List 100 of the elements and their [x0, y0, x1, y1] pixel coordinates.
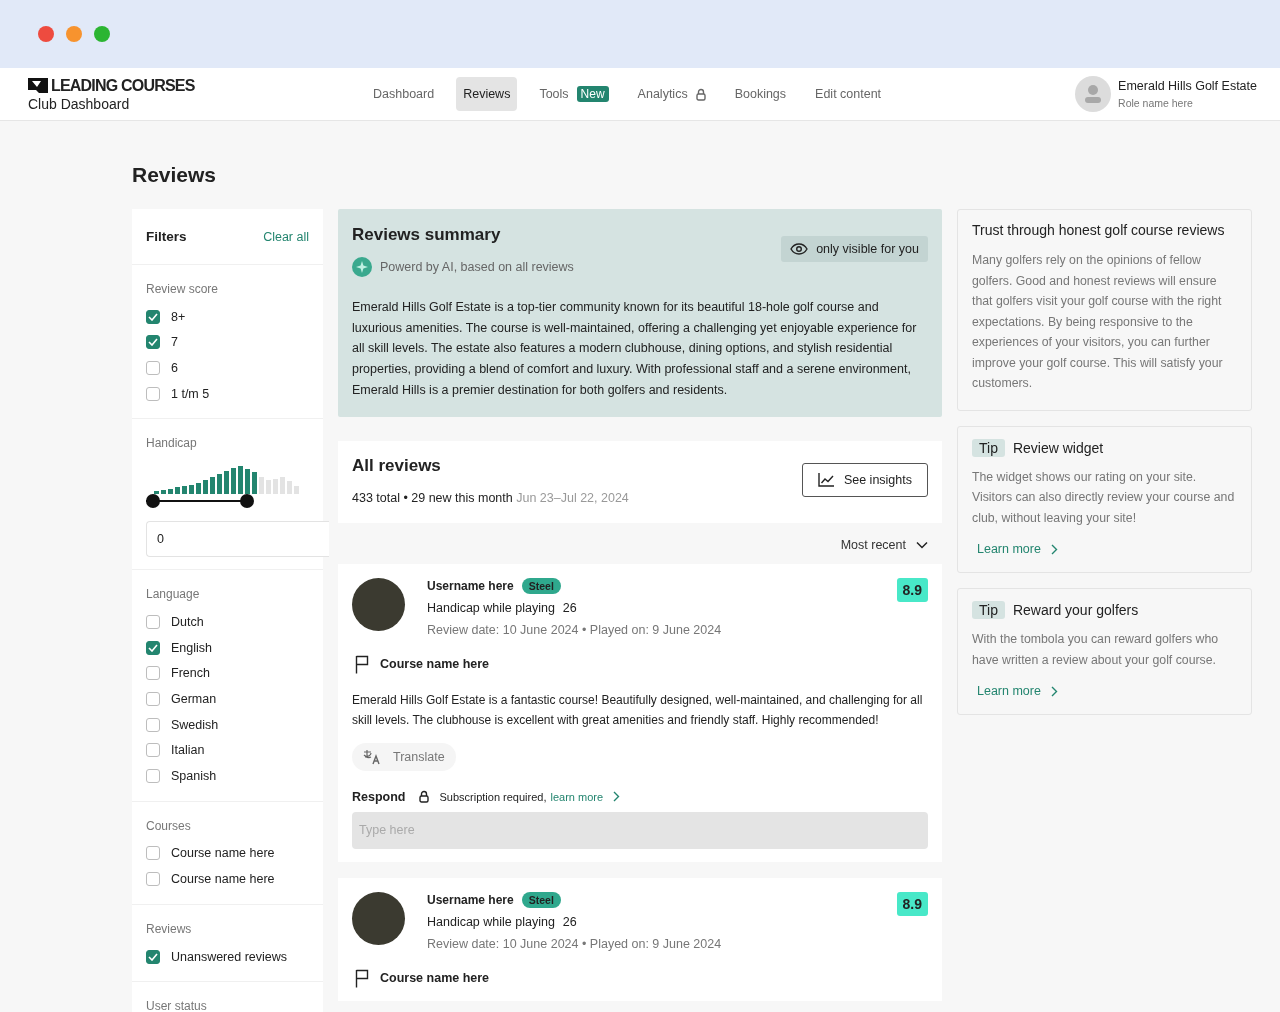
filter-section-title: Handicap	[146, 436, 198, 451]
user-role: Role name here	[1118, 97, 1194, 109]
handicap-label: Handicap while playing	[427, 600, 555, 615]
chevron-right-icon	[613, 791, 621, 802]
tier-badge: Steel	[521, 577, 561, 594]
course-name: Course name here	[380, 657, 490, 671]
nav-tab[interactable]: Tools New	[532, 76, 616, 112]
page-title: Reviews	[132, 163, 218, 187]
slider-handle[interactable]	[240, 494, 255, 509]
tier-badge: Steel	[521, 891, 561, 908]
summary-text: Emerald Hills Golf Estate is a top-tier community known for its beautiful 18-hole golf course and luxurious amenities. The course is well-maintained, offering a challenging yet enjoyable experience for all skill levels. The estate also features a modern clubhouse, dining options, and stylish residential properties, providing a blend of comfort and luxury. With professional staff and a serene environment, Emerald Hills is a premier destination for both golfers and residents.	[352, 299, 918, 399]
translate-icon	[363, 748, 383, 765]
checkbox-label: 7	[171, 335, 178, 350]
checkbox-label: Course name here	[171, 846, 275, 861]
visibility-badge: only visible for you	[781, 236, 928, 262]
line-chart-icon	[817, 473, 834, 487]
checkbox[interactable]	[146, 615, 160, 630]
checkbox[interactable]	[146, 335, 160, 350]
filter-section-title: Courses	[146, 818, 192, 833]
learn-more-link[interactable]: learn more	[550, 790, 604, 803]
respond-label: Respond	[352, 789, 406, 804]
checkbox-label: 1 t/m 5	[171, 386, 210, 401]
checkbox-label: Swedish	[171, 717, 219, 732]
tip-tag: Tip	[972, 438, 1005, 457]
tip-tag: Tip	[972, 601, 1005, 619]
flag-icon	[355, 968, 369, 988]
chevron-down-icon	[916, 540, 928, 549]
maximize-window-dot[interactable]	[94, 26, 110, 42]
checkbox-label: 8+	[171, 309, 186, 324]
brand-logo: LEADING COURSES	[51, 76, 195, 95]
checkbox[interactable]	[146, 949, 160, 964]
response-input-field[interactable]: Type here	[352, 811, 928, 849]
lock-icon	[419, 790, 430, 803]
nav-tab[interactable]: Dashboard	[366, 77, 442, 111]
checkbox-label: 6	[171, 361, 178, 375]
summary-title: Reviews summary	[352, 225, 502, 245]
handicap-value: 26	[562, 914, 577, 929]
chevron-right-icon	[1050, 543, 1058, 555]
filter-section-title: Review score	[146, 282, 220, 296]
checkbox-label: German	[171, 691, 217, 706]
checkbox[interactable]	[146, 691, 160, 706]
clear-all-link[interactable]: Clear all	[263, 229, 309, 244]
flag-logo-icon	[28, 78, 48, 93]
checkbox-label: Unanswered reviews	[171, 949, 288, 964]
new-badge: New	[576, 86, 609, 102]
learn-more-link[interactable]: Learn more	[977, 684, 1041, 698]
checkbox[interactable]	[146, 361, 160, 375]
flag-icon	[355, 654, 369, 674]
photo-placeholder	[352, 891, 405, 945]
checkbox-label: Dutch	[171, 615, 204, 630]
checkbox[interactable]	[146, 666, 160, 681]
tip-text: Many golfers rely on the opinions of fellow golfers. Good and honest reviews will ensure that golfers visit your golf course with the right expectations. By being responsive to the experiences of your visitors, you can further improve your golf course. This will satisfy your customers.	[972, 252, 1224, 392]
date-range: Jun 23–Jul 22, 2024	[516, 490, 629, 505]
checkbox[interactable]	[146, 386, 160, 401]
user-name: Emerald Hills Golf Estate	[1118, 79, 1257, 93]
tip-text: With the tombola you can reward golfers who have written a review about your golf course.	[972, 631, 1220, 669]
handicap-input-field[interactable]: 0	[146, 521, 329, 558]
chevron-right-icon	[1050, 685, 1058, 697]
nav-tab[interactable]: Bookings	[727, 77, 794, 111]
checkbox[interactable]	[146, 768, 160, 783]
course-name: Course name here	[380, 971, 490, 985]
nav-tab[interactable]: Analytics	[630, 77, 713, 111]
filter-section-title: Language	[146, 587, 201, 602]
slider-handle[interactable]	[146, 494, 160, 509]
username: Username here	[427, 892, 514, 907]
tip-title: Trust through honest golf course reviews	[972, 222, 1225, 238]
close-window-dot[interactable]	[38, 26, 54, 42]
translate-button[interactable]: Translate	[352, 742, 456, 771]
tip-title: Review widget	[1012, 439, 1104, 456]
checkbox[interactable]	[146, 871, 160, 886]
ai-note: Powerd by AI, based on all reviews	[380, 260, 574, 274]
nav-tab[interactable]: Reviews	[456, 77, 518, 111]
handicap-label: Handicap while playing	[427, 914, 555, 929]
checkbox[interactable]	[146, 846, 160, 861]
nav-tab[interactable]: Edit content	[808, 77, 889, 111]
sparkle-icon	[352, 257, 372, 277]
minimize-window-dot[interactable]	[66, 26, 82, 42]
tip-title: Reward your golfers	[1012, 602, 1139, 618]
brand-subtitle: Club Dashboard	[28, 95, 131, 112]
sort-dropdown[interactable]: Most recent	[840, 537, 928, 552]
filters-title: Filters	[146, 229, 187, 244]
tip-text: The widget shows our rating on your site. Visitors can also directly review your course and club, without leaving your site!	[972, 468, 1236, 527]
see-insights-button[interactable]: See insights	[801, 463, 928, 497]
checkbox-label: English	[171, 640, 212, 655]
checkbox[interactable]	[146, 309, 160, 324]
score-badge: 8.9	[896, 891, 928, 916]
checkbox[interactable]	[146, 717, 160, 732]
filter-section-title: Reviews	[146, 921, 193, 936]
handicap-value: 26	[562, 600, 577, 615]
user-avatar-icon[interactable]	[1075, 76, 1112, 112]
learn-more-link[interactable]: Learn more	[977, 542, 1041, 556]
review-dates: Review date: 10 June 2024 • Played on: 9 June 2024	[427, 936, 723, 951]
checkbox[interactable]	[146, 743, 160, 758]
username: Username here	[427, 578, 514, 593]
all-reviews-title: All reviews	[352, 455, 442, 476]
checkbox[interactable]	[146, 640, 160, 655]
review-dates: Review date: 10 June 2024 • Played on: 9 June 2024	[427, 622, 723, 637]
checkbox-label: Course name here	[171, 871, 275, 886]
checkbox-label: French	[171, 666, 210, 681]
checkbox-label: Italian	[171, 743, 205, 758]
